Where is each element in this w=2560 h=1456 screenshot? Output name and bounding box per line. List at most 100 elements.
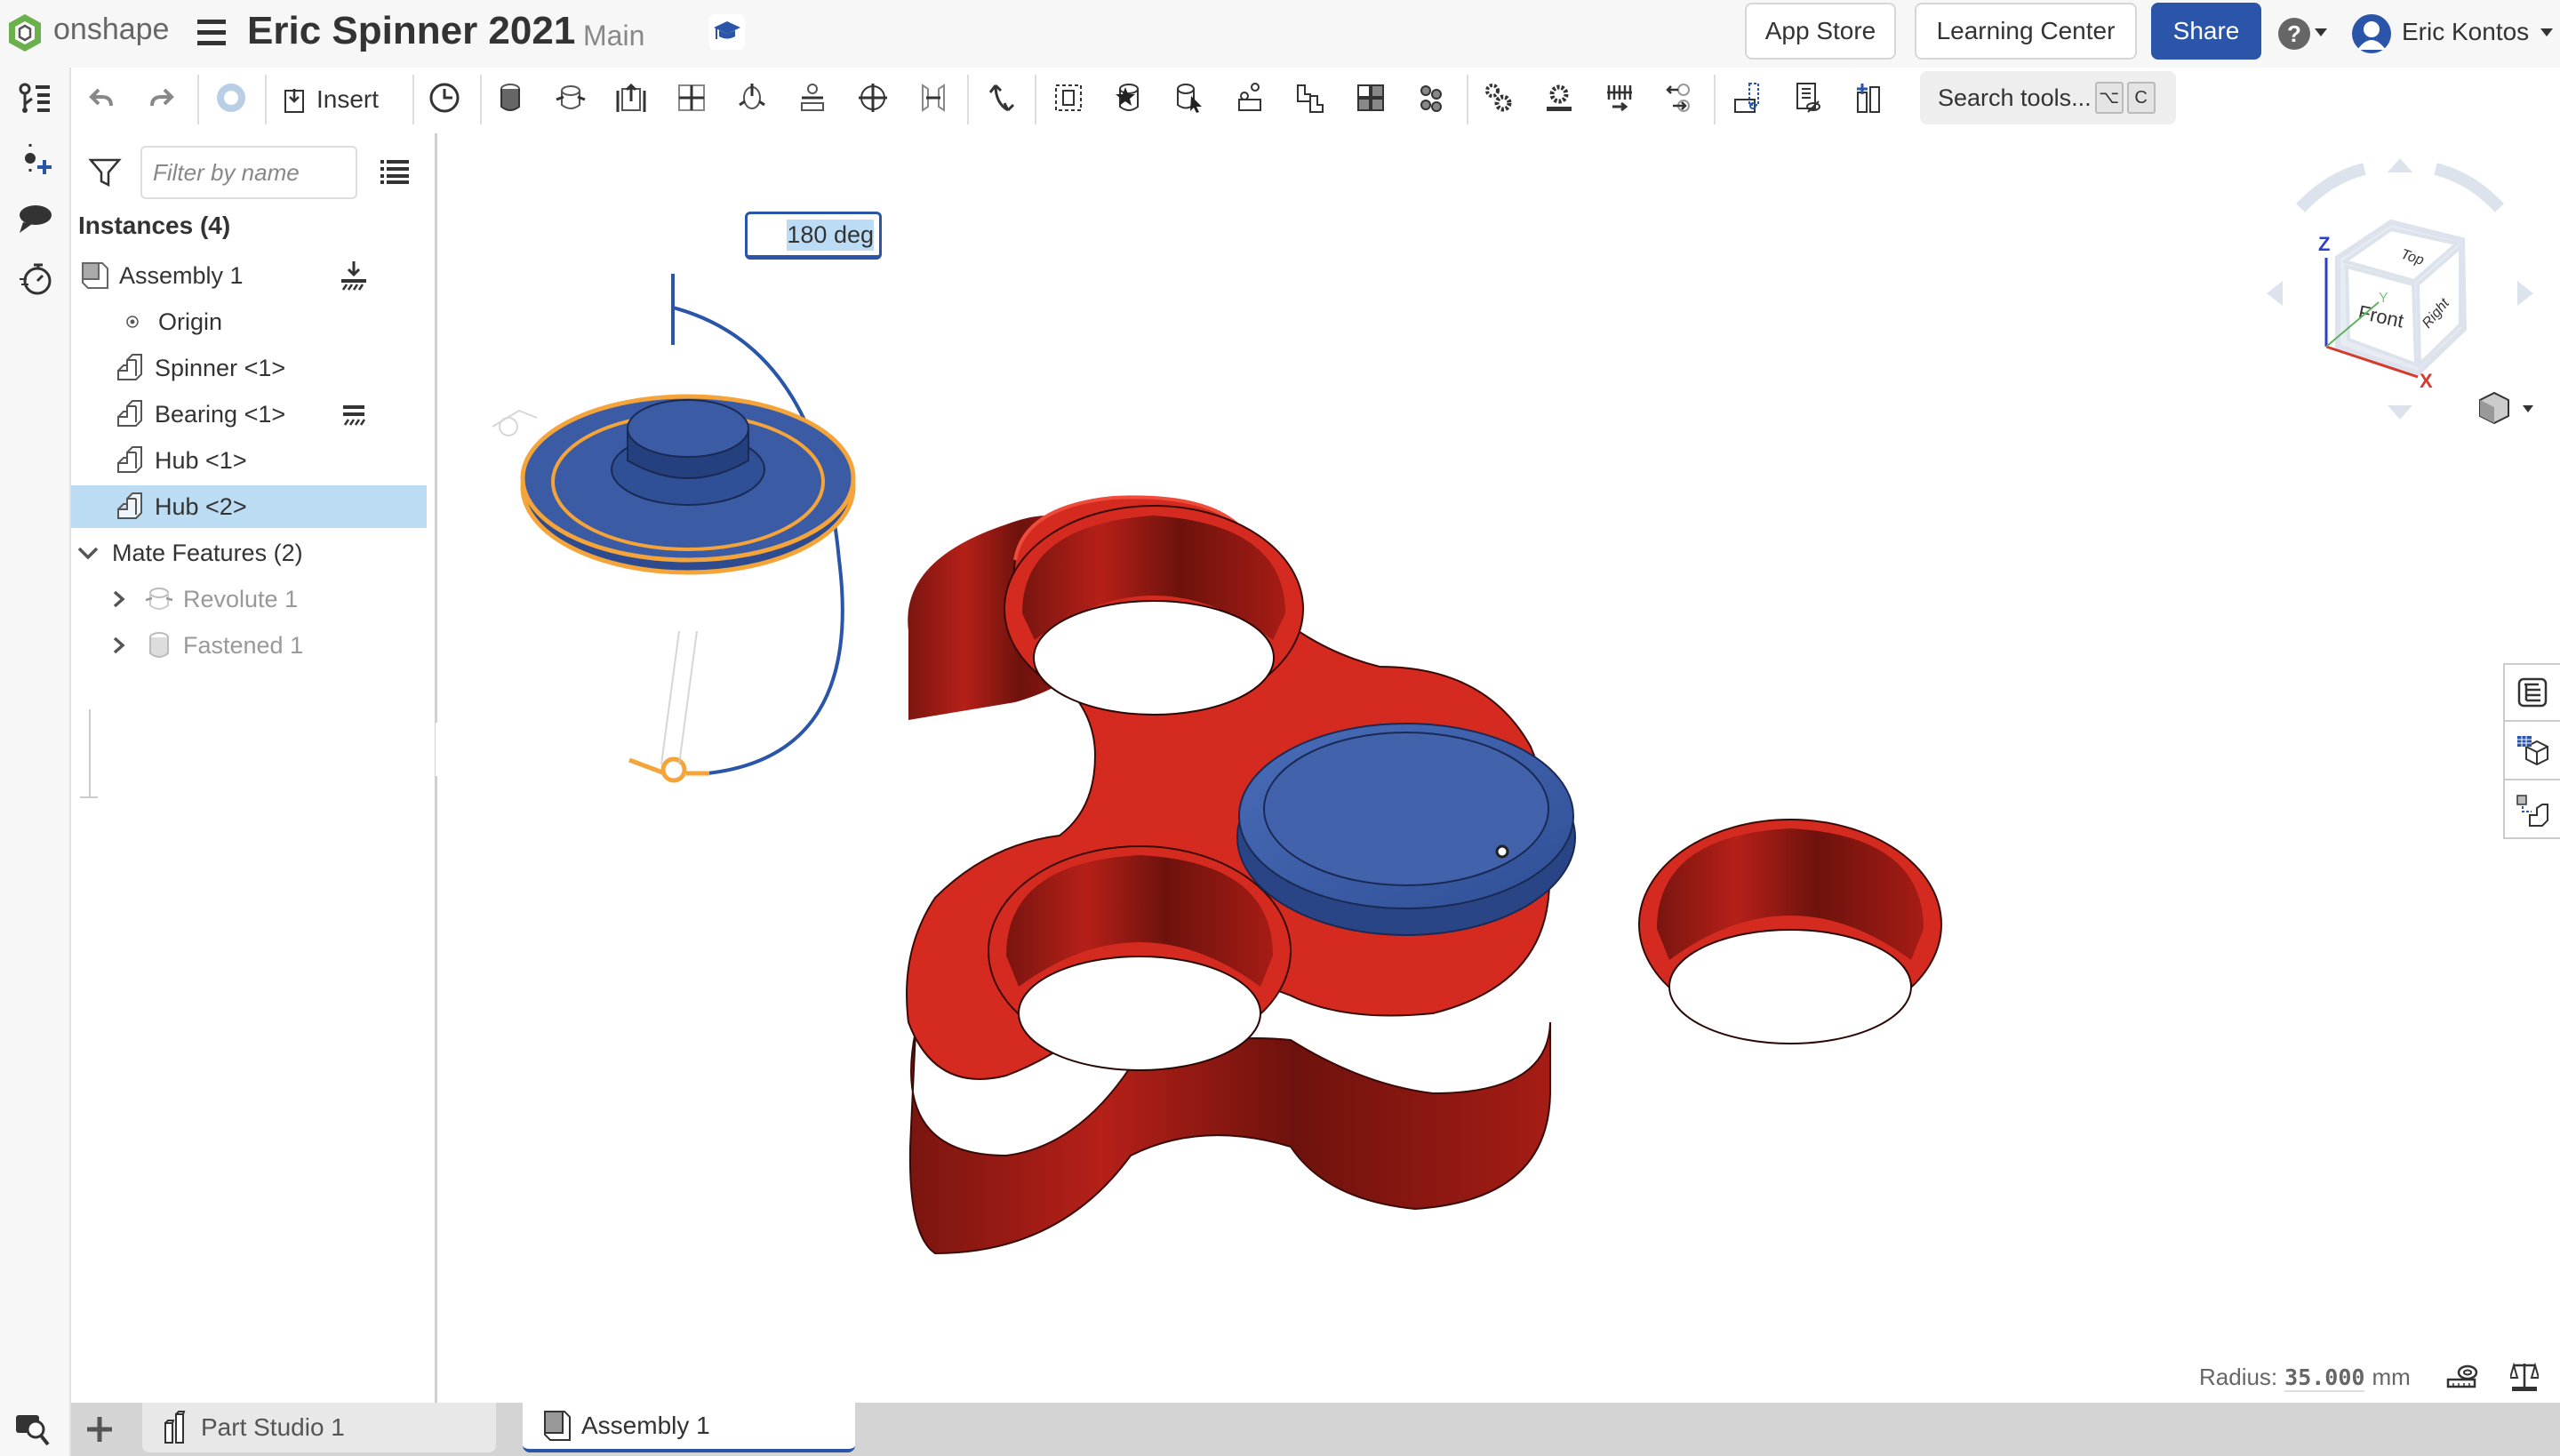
y-axis-label: Y bbox=[2379, 291, 2388, 306]
revolute-mate-icon[interactable] bbox=[551, 78, 590, 117]
part-studio-icon bbox=[164, 1411, 186, 1444]
mate-connector-icon[interactable] bbox=[425, 78, 464, 117]
graduation-cap-icon[interactable] bbox=[709, 14, 745, 50]
rotate-up-arrow-icon[interactable] bbox=[2388, 158, 2412, 172]
mate-connectors-panel-icon[interactable] bbox=[2505, 782, 2560, 839]
tab-part-studio-1[interactable]: Part Studio 1 bbox=[142, 1403, 496, 1452]
search-tools-label: Search tools... bbox=[1938, 84, 2092, 111]
filter-by-name-input[interactable] bbox=[140, 146, 357, 199]
tree-item-hub-2[interactable]: Hub <2> bbox=[71, 485, 427, 528]
tree-item-label: Assembly 1 bbox=[119, 261, 244, 289]
rotate-left-arc-icon[interactable] bbox=[2295, 163, 2366, 212]
rotation-angle-input[interactable]: 180 deg bbox=[745, 212, 882, 260]
comments-icon[interactable] bbox=[16, 199, 55, 238]
explode-view-icon[interactable] bbox=[1351, 78, 1390, 117]
onshape-logo-icon[interactable] bbox=[7, 12, 43, 53]
radius-value[interactable]: 35.000 bbox=[2284, 1364, 2365, 1392]
tree-item-label: Fastened 1 bbox=[183, 631, 304, 659]
named-views-icon[interactable] bbox=[1788, 78, 1828, 117]
snap-mode-icon[interactable] bbox=[1230, 78, 1269, 117]
chevron-right-icon[interactable] bbox=[112, 589, 126, 609]
tree-item-bearing[interactable]: Bearing <1> bbox=[71, 393, 427, 436]
hub-1-part[interactable] bbox=[1236, 723, 1576, 936]
mate-features-group[interactable]: Mate Features (2) bbox=[71, 532, 427, 574]
fastened-mate-icon bbox=[149, 632, 169, 658]
help-dropdown-caret-icon[interactable] bbox=[2315, 28, 2327, 36]
linear-relation-icon[interactable] bbox=[1660, 78, 1700, 117]
ball-mate-icon[interactable] bbox=[853, 78, 892, 117]
fastened-mate-icon[interactable] bbox=[491, 78, 530, 117]
render-icon[interactable] bbox=[212, 78, 251, 117]
insert-part-icon[interactable] bbox=[1849, 78, 1888, 117]
filter-icon[interactable] bbox=[87, 155, 123, 190]
app-search-icon[interactable] bbox=[16, 1413, 53, 1447]
tree-guide-line bbox=[80, 796, 98, 798]
group-icon[interactable] bbox=[1049, 78, 1088, 117]
rotate-right-arc-icon[interactable] bbox=[2434, 163, 2505, 212]
tree-item-assembly[interactable]: Assembly 1 bbox=[71, 254, 427, 297]
tangent-mate-icon[interactable] bbox=[983, 78, 1022, 117]
rotate-right-arrow-icon[interactable] bbox=[2517, 281, 2533, 306]
tab-assembly-1[interactable]: Assembly 1 bbox=[523, 1403, 855, 1452]
list-view-icon[interactable] bbox=[380, 158, 409, 185]
part-icon bbox=[117, 446, 142, 473]
branch-label[interactable]: Main bbox=[583, 20, 644, 52]
document-title[interactable]: Eric Spinner 2021 bbox=[247, 9, 575, 53]
learning-center-button[interactable]: Learning Center bbox=[1915, 3, 2137, 60]
rotate-left-arrow-icon[interactable] bbox=[2267, 281, 2283, 306]
pin-slot-mate-icon[interactable] bbox=[793, 78, 832, 117]
mate-frame-icon[interactable] bbox=[1728, 78, 1767, 117]
share-button[interactable]: Share bbox=[2151, 3, 2261, 60]
measure-tape-icon[interactable] bbox=[2446, 1364, 2478, 1390]
toolbar-divider bbox=[265, 75, 267, 124]
view-options-caret-icon[interactable] bbox=[2523, 405, 2533, 412]
tree-item-hub-1[interactable]: Hub <1> bbox=[71, 439, 427, 482]
rotate-down-arrow-icon[interactable] bbox=[2388, 405, 2412, 420]
insert-button[interactable]: Insert bbox=[283, 78, 379, 121]
mate-from-selection-icon[interactable] bbox=[1170, 78, 1209, 117]
bill-of-materials-icon[interactable] bbox=[2505, 665, 2560, 722]
radius-unit: mm bbox=[2372, 1364, 2411, 1390]
chevron-right-icon[interactable] bbox=[112, 636, 126, 655]
redo-icon[interactable] bbox=[142, 78, 181, 117]
chevron-down-icon[interactable] bbox=[76, 544, 100, 562]
undo-icon[interactable] bbox=[82, 78, 121, 117]
hamburger-menu-icon[interactable] bbox=[197, 20, 226, 46]
gear-relation-icon[interactable] bbox=[1479, 78, 1518, 117]
replace-instance-icon[interactable] bbox=[1291, 78, 1330, 117]
add-mate-connector-icon[interactable] bbox=[16, 140, 55, 180]
insert-icon bbox=[284, 89, 304, 113]
tree-item-fastened[interactable]: Fastened 1 bbox=[71, 624, 427, 667]
user-menu-caret-icon[interactable] bbox=[2540, 28, 2553, 36]
linear-pattern-icon[interactable] bbox=[1412, 78, 1451, 117]
app-store-button[interactable]: App Store bbox=[1745, 3, 1896, 60]
brand-name: onshape bbox=[53, 12, 170, 46]
slider-mate-icon[interactable] bbox=[612, 78, 651, 117]
tree-item-spinner[interactable]: Spinner <1> bbox=[71, 347, 427, 389]
tree-item-revolute[interactable]: Revolute 1 bbox=[71, 578, 427, 620]
parallel-mate-icon[interactable] bbox=[914, 78, 953, 117]
configurations-icon[interactable] bbox=[2505, 724, 2560, 780]
performance-stopwatch-icon[interactable] bbox=[16, 260, 55, 299]
add-tab-plus-icon[interactable] bbox=[85, 1415, 114, 1444]
help-icon[interactable]: ? bbox=[2278, 18, 2310, 50]
hub-2-part[interactable] bbox=[492, 274, 856, 783]
view-options-cube-icon[interactable] bbox=[2479, 391, 2509, 425]
planar-mate-icon[interactable] bbox=[672, 78, 711, 117]
replicate-icon[interactable] bbox=[1109, 78, 1148, 117]
mass-properties-scale-icon[interactable] bbox=[2510, 1362, 2539, 1392]
tree-item-origin[interactable]: Origin bbox=[71, 300, 427, 343]
feature-tree-icon[interactable] bbox=[16, 80, 55, 119]
fixed-ground-icon[interactable] bbox=[338, 260, 370, 292]
instance-list-panel: Instances (4) Assembly 1 Origin Spinner … bbox=[71, 133, 437, 1403]
screw-relation-icon[interactable] bbox=[1600, 78, 1639, 117]
user-name[interactable]: Eric Kontos bbox=[2402, 18, 2529, 46]
tree-item-label: Hub <1> bbox=[155, 446, 247, 474]
fixed-instance-icon[interactable] bbox=[338, 398, 370, 430]
graphics-viewport[interactable]: 180 deg Top Front Right Z X Y bbox=[437, 133, 2560, 1403]
avatar[interactable] bbox=[2350, 12, 2393, 55]
search-tools-input[interactable]: Search tools... ⌥ C bbox=[1920, 71, 2176, 124]
cylindrical-mate-icon[interactable] bbox=[732, 78, 772, 117]
rack-pinion-icon[interactable] bbox=[1540, 78, 1579, 117]
view-cube[interactable]: Top Front Right Z X Y bbox=[2240, 142, 2560, 444]
